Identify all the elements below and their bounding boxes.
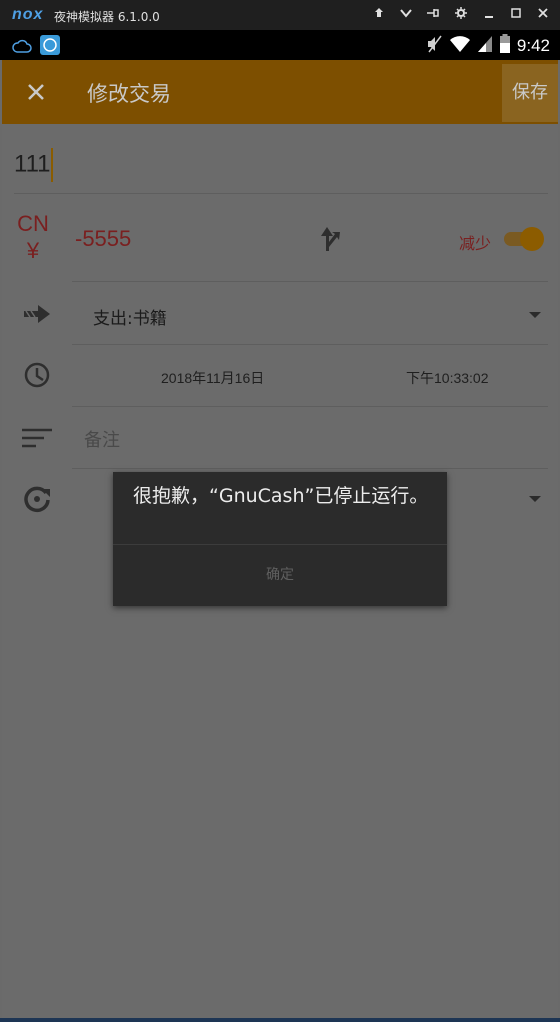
emulator-title-bar: nox 夜神模拟器 6.1.0.0 xyxy=(0,0,560,30)
divider xyxy=(72,344,548,345)
divider xyxy=(72,468,548,469)
notes-icon xyxy=(20,420,56,456)
battery-icon xyxy=(499,34,511,58)
notes-input[interactable]: 备注 xyxy=(84,426,120,452)
app-crash-dialog: 很抱歉，“GnuCash”已停止运行。 确定 xyxy=(113,472,447,606)
emulator-title: 夜神模拟器 6.1.0.0 xyxy=(54,10,160,24)
dialog-message: 很抱歉，“GnuCash”已停止运行。 xyxy=(133,485,429,507)
date-field[interactable]: 2018年11月16日 xyxy=(161,368,264,388)
text-cursor xyxy=(51,148,54,182)
clock-icon xyxy=(20,358,56,394)
recurrence-icon xyxy=(20,481,56,517)
minimize-icon[interactable] xyxy=(480,7,498,23)
pin-window-icon[interactable] xyxy=(424,7,442,23)
transaction-type-label: 减少 xyxy=(459,234,492,253)
wifi-icon xyxy=(449,35,471,57)
currency-button[interactable]: CN ¥ xyxy=(14,210,52,264)
save-button[interactable]: 保存 xyxy=(502,64,558,122)
chevron-down-icon[interactable] xyxy=(529,312,541,318)
currency-code: CN xyxy=(17,211,49,236)
window-bottom-edge xyxy=(0,1018,560,1022)
description-value: 111 xyxy=(14,150,51,178)
transaction-type-switch[interactable] xyxy=(502,226,544,252)
page-title: 修改交易 xyxy=(87,82,171,106)
close-icon[interactable] xyxy=(22,78,50,106)
pin-icon[interactable] xyxy=(370,7,388,23)
close-icon[interactable] xyxy=(534,7,552,23)
switch-thumb xyxy=(520,227,544,251)
nox-logo: nox xyxy=(12,6,44,23)
chevron-down-icon[interactable] xyxy=(529,496,541,502)
mute-icon xyxy=(427,35,443,57)
transfer-arrow-icon xyxy=(20,296,56,332)
divider xyxy=(14,193,548,194)
status-time: 9:42 xyxy=(516,36,550,55)
nox-app-icon xyxy=(40,35,60,59)
currency-symbol: ¥ xyxy=(26,238,40,263)
split-transaction-icon[interactable] xyxy=(318,224,344,252)
divider xyxy=(72,406,548,407)
maximize-icon[interactable] xyxy=(507,7,525,23)
cloud-icon xyxy=(12,38,32,57)
ok-button[interactable]: 确定 xyxy=(113,545,447,606)
divider xyxy=(72,281,548,282)
app-toolbar: 修改交易 保存 xyxy=(2,60,558,124)
signal-icon xyxy=(477,35,493,57)
android-status-bar: 9:42 xyxy=(0,30,560,60)
description-input[interactable]: 111 xyxy=(14,148,54,182)
amount-input[interactable]: -5555 xyxy=(75,226,131,252)
time-field[interactable]: 下午10:33:02 xyxy=(406,368,489,388)
collapse-icon[interactable] xyxy=(397,7,415,23)
settings-icon[interactable] xyxy=(452,7,470,23)
account-spinner[interactable]: 支出:书籍 xyxy=(93,304,167,329)
